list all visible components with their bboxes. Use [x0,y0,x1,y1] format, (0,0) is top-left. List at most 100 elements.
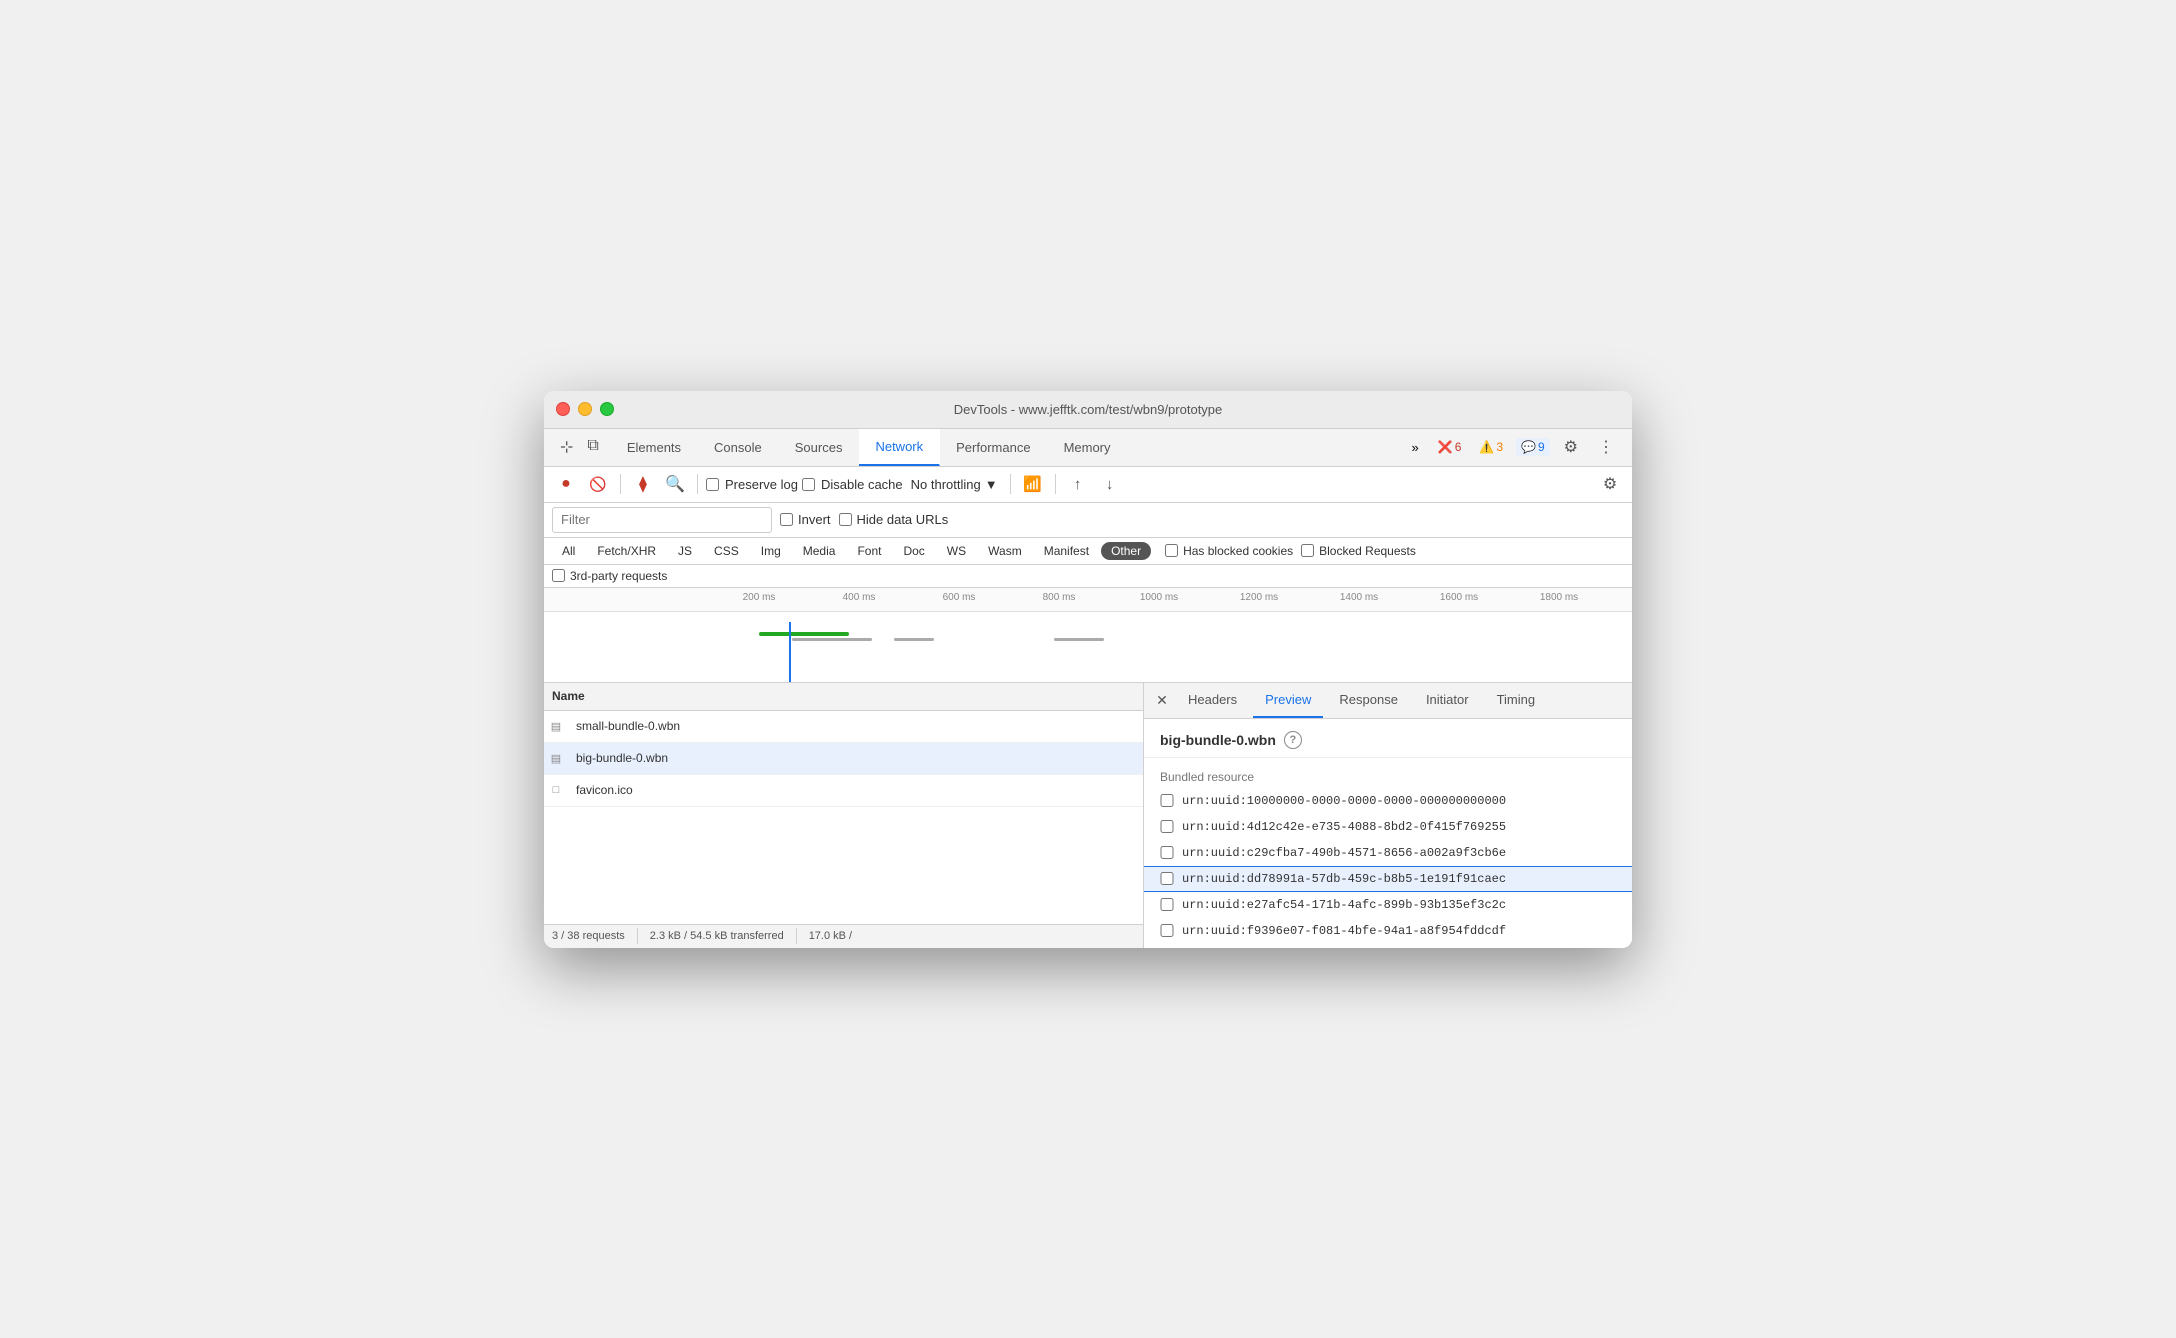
hide-data-urls-checkbox[interactable]: Hide data URLs [839,512,949,527]
bundled-label: Bundled resource [1144,762,1632,788]
disable-cache-input[interactable] [802,478,815,491]
invert-checkbox[interactable]: Invert [780,512,831,527]
detail-tab-headers[interactable]: Headers [1176,683,1249,718]
tab-elements[interactable]: Elements [611,429,698,466]
tab-network[interactable]: Network [859,429,940,466]
status-requests: 3 / 38 requests [552,930,625,942]
bundled-section: Bundled resource urn:uuid:10000000-0000-… [1144,758,1632,948]
filter-button[interactable]: ⧫ [629,470,657,498]
timeline-bar-big-bundle-1 [792,638,872,641]
invert-input[interactable] [780,513,793,526]
timeline-bar-big-bundle-3 [1054,638,1104,641]
timeline-area: 200 ms 400 ms 600 ms 800 ms 1000 ms 1200… [544,588,1632,683]
bundled-item-5[interactable]: urn:uuid:e27afc54-171b-4afc-899b-93b135e… [1144,892,1632,918]
tick-200ms: 200 ms [743,588,776,603]
cursor-icon[interactable]: ⊹ [554,433,579,461]
detail-close-button[interactable]: ✕ [1152,690,1172,710]
traffic-lights [556,402,614,416]
bundled-item-checkbox-2[interactable] [1160,820,1174,833]
type-btn-all[interactable]: All [552,542,585,560]
preserve-log-input[interactable] [706,478,719,491]
console-badge[interactable]: 💬 9 [1516,438,1550,456]
requests-panel: Name ▤ small-bundle-0.wbn ▤ big-bundle-0… [544,683,1632,948]
minimize-button[interactable] [578,402,592,416]
search-button[interactable]: 🔍 [661,470,689,498]
throttle-dropdown-icon: ▼ [985,477,998,492]
bundled-item-1[interactable]: urn:uuid:10000000-0000-0000-0000-0000000… [1144,788,1632,814]
bundled-item-text-1: urn:uuid:10000000-0000-0000-0000-0000000… [1182,794,1506,808]
throttle-selector[interactable]: No throttling ▼ [907,475,1002,494]
device-icon[interactable]: ⧉ [581,433,604,461]
has-blocked-cookies-checkbox[interactable]: Has blocked cookies [1165,544,1293,558]
detail-tab-response[interactable]: Response [1327,683,1410,718]
request-row-favicon[interactable]: □ favicon.ico [544,775,1143,807]
type-btn-font[interactable]: Font [847,542,891,560]
detail-tab-initiator[interactable]: Initiator [1414,683,1481,718]
bundled-item-text-2: urn:uuid:4d12c42e-e735-4088-8bd2-0f415f7… [1182,820,1506,834]
type-btn-doc[interactable]: Doc [893,542,934,560]
upload-icon[interactable]: ↑ [1064,470,1092,498]
preserve-log-checkbox[interactable]: Preserve log [706,477,798,492]
type-btn-other[interactable]: Other [1101,542,1151,560]
stop-recording-button[interactable]: 🚫 [584,470,612,498]
settings-icon[interactable]: ⚙ [1558,433,1584,461]
record-button[interactable]: ● [552,470,580,498]
type-btn-media[interactable]: Media [793,542,846,560]
network-settings-icon[interactable]: ⚙ [1596,470,1624,498]
tab-sources[interactable]: Sources [779,429,860,466]
requests-list-spacer [544,807,1143,924]
requests-list-header: Name [544,683,1143,711]
third-party-input[interactable] [552,569,565,582]
bundled-item-text-4: urn:uuid:dd78991a-57db-459c-b8b5-1e191f9… [1182,872,1506,886]
hide-data-urls-input[interactable] [839,513,852,526]
type-btn-css[interactable]: CSS [704,542,749,560]
request-row-big-bundle[interactable]: ▤ big-bundle-0.wbn [544,743,1143,775]
close-button[interactable] [556,402,570,416]
requests-list: Name ▤ small-bundle-0.wbn ▤ big-bundle-0… [544,683,1144,948]
more-tabs-button[interactable]: » [1406,438,1425,457]
detail-tab-preview[interactable]: Preview [1253,683,1323,718]
detail-help-icon[interactable]: ? [1284,731,1302,749]
tab-console[interactable]: Console [698,429,779,466]
tab-memory[interactable]: Memory [1048,429,1128,466]
bundled-item-checkbox-5[interactable] [1160,898,1174,911]
tab-performance[interactable]: Performance [940,429,1047,466]
more-menu-icon[interactable]: ⋮ [1592,433,1620,461]
maximize-button[interactable] [600,402,614,416]
third-party-checkbox[interactable]: 3rd-party requests [552,569,667,583]
tick-1600ms: 1600 ms [1440,588,1478,603]
timeline-bar-big-bundle-2 [894,638,934,641]
tick-1400ms: 1400 ms [1340,588,1378,603]
bundled-item-checkbox-6[interactable] [1160,924,1174,937]
status-size: 17.0 kB / [809,930,852,942]
type-filter-bar: All Fetch/XHR JS CSS Img Media Font Doc … [544,538,1632,565]
download-icon[interactable]: ↓ [1096,470,1124,498]
detail-tab-timing[interactable]: Timing [1485,683,1548,718]
request-row-small-bundle[interactable]: ▤ small-bundle-0.wbn [544,711,1143,743]
type-btn-fetch-xhr[interactable]: Fetch/XHR [587,542,666,560]
bundled-item-4[interactable]: urn:uuid:dd78991a-57db-459c-b8b5-1e191f9… [1144,866,1632,892]
type-btn-js[interactable]: JS [668,542,702,560]
has-blocked-cookies-input[interactable] [1165,544,1178,557]
tick-1200ms: 1200 ms [1240,588,1278,603]
filter-input[interactable] [552,507,772,533]
disable-cache-checkbox[interactable]: Disable cache [802,477,903,492]
bundled-item-3[interactable]: urn:uuid:c29cfba7-490b-4571-8656-a002a9f… [1144,840,1632,866]
type-btn-wasm[interactable]: Wasm [978,542,1032,560]
type-btn-img[interactable]: Img [751,542,791,560]
detail-title: big-bundle-0.wbn ? [1144,719,1632,758]
bundled-item-checkbox-3[interactable] [1160,846,1174,859]
bundled-item-checkbox-4[interactable] [1160,872,1174,885]
type-btn-manifest[interactable]: Manifest [1034,542,1099,560]
bundled-item-6[interactable]: urn:uuid:f9396e07-f081-4bfe-94a1-a8f954f… [1144,918,1632,944]
bundled-item-checkbox-1[interactable] [1160,794,1174,807]
wifi-icon[interactable]: 📶 [1019,470,1047,498]
toolbar-separator-3 [1010,474,1011,494]
blocked-requests-input[interactable] [1301,544,1314,557]
bundled-item-2[interactable]: urn:uuid:4d12c42e-e735-4088-8bd2-0f415f7… [1144,814,1632,840]
tick-1800ms: 1800 ms [1540,588,1578,603]
blocked-requests-checkbox[interactable]: Blocked Requests [1301,544,1416,558]
third-party-bar: 3rd-party requests [544,565,1632,588]
type-btn-ws[interactable]: WS [937,542,976,560]
window-title: DevTools - www.jefftk.com/test/wbn9/prot… [954,402,1223,417]
